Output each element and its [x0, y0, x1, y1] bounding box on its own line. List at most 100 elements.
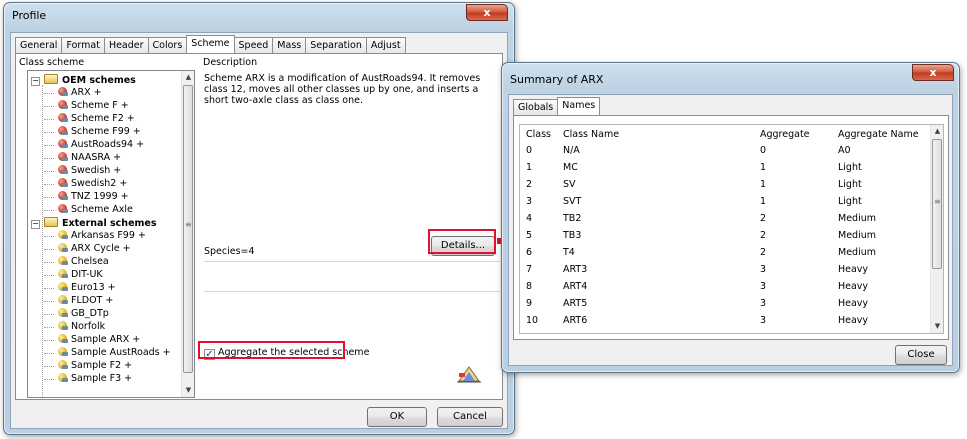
names-tab-page: Class Class Name Aggregate Aggregate Name 0…	[513, 115, 949, 340]
tab-speed[interactable]: Speed	[233, 37, 274, 53]
tree-item[interactable]: Scheme F99 +	[44, 126, 141, 138]
scroll-down-icon[interactable]: ▼	[182, 384, 194, 397]
collapse-icon[interactable]: −	[31, 220, 40, 229]
table-row[interactable]: 9 ART5 3 Heavy	[526, 295, 934, 312]
tree-item[interactable]: GB_DTp	[44, 308, 109, 320]
tree-item[interactable]: AustRoads94 +	[44, 139, 144, 151]
table-cell: SVT	[563, 196, 582, 207]
tree-item[interactable]: Scheme F +	[44, 100, 129, 112]
names-grid[interactable]: Class Class Name Aggregate Aggregate Name 0…	[519, 124, 944, 334]
scroll-thumb[interactable]: ≡	[932, 139, 942, 269]
tab-format[interactable]: Format	[61, 37, 105, 53]
tab-header[interactable]: Header	[103, 37, 149, 53]
table-cell: 0	[526, 145, 533, 156]
tab-adjust[interactable]: Adjust	[365, 37, 406, 53]
tab-general[interactable]: General	[15, 37, 63, 53]
table-row[interactable]: 8 ART4 3 Heavy	[526, 278, 934, 295]
table-cell: Heavy	[838, 264, 869, 275]
scheme-icon	[58, 113, 68, 122]
table-cell: A0	[838, 145, 851, 156]
tab-scheme[interactable]: Scheme	[186, 35, 235, 53]
tree-connector	[44, 184, 54, 185]
tree-item[interactable]: Sample ARX +	[44, 334, 140, 346]
table-row[interactable]: 1 MC 1 Light	[526, 159, 934, 176]
tab-separation[interactable]: Separation	[305, 37, 367, 53]
details-highlight	[428, 229, 496, 254]
table-cell: Light	[838, 179, 862, 190]
table-row[interactable]: 3 SVT 1 Light	[526, 193, 934, 210]
table-row[interactable]: 4 TB2 2 Medium	[526, 210, 934, 227]
scroll-up-icon[interactable]: ▲	[931, 125, 943, 138]
tree-item[interactable]: Scheme F2 +	[44, 113, 135, 125]
table-cell: ART3	[563, 264, 588, 275]
table-row[interactable]: 5 TB3 2 Medium	[526, 227, 934, 244]
tree-item[interactable]: Sample F3 +	[44, 373, 132, 385]
grid-scrollbar[interactable]: ▲ ≡ ▼	[930, 125, 943, 333]
tree-item-label: Scheme Axle	[71, 204, 133, 215]
tree-scrollbar[interactable]: ▲ ≡ ▼	[181, 71, 194, 397]
tree-item[interactable]: Euro13 +	[44, 282, 116, 294]
scheme-icon	[58, 191, 68, 200]
tree-item[interactable]: TNZ 1999 +	[44, 191, 129, 203]
tree-group[interactable]: − External schemes	[31, 217, 157, 229]
summary-close-icon[interactable]: x	[912, 64, 954, 81]
table-cell: 2	[760, 247, 767, 258]
table-cell: 3	[760, 298, 767, 309]
tree-item[interactable]: Norfolk	[44, 321, 105, 333]
table-cell: TB3	[563, 230, 582, 241]
tree-item[interactable]: ARX Cycle +	[44, 243, 131, 255]
column-header[interactable]: Class Name	[563, 126, 760, 142]
tree-item[interactable]: Scheme Axle	[44, 204, 133, 216]
tree-item[interactable]: Sample AustRoads +	[44, 347, 171, 359]
profile-window-title: Profile	[12, 9, 47, 22]
cancel-button[interactable]: Cancel	[437, 407, 503, 427]
profile-close-button[interactable]: x	[466, 4, 508, 21]
tree-item[interactable]: DIT-UK	[44, 269, 103, 281]
table-cell: ART6	[563, 315, 588, 326]
scheme-icon	[58, 295, 68, 304]
collapse-icon[interactable]: −	[31, 77, 40, 86]
tree-item[interactable]: Arkansas F99 +	[44, 230, 146, 242]
table-cell: Heavy	[838, 329, 934, 333]
tab-colors[interactable]: Colors	[147, 37, 188, 53]
ok-button[interactable]: OK	[367, 407, 427, 427]
table-cell: Medium	[838, 213, 876, 224]
tree-item[interactable]: NAASRA +	[44, 152, 121, 164]
tree-item[interactable]: ARX +	[44, 87, 102, 99]
scroll-grip-icon: ≡	[185, 220, 192, 229]
column-header[interactable]: Aggregate Name	[838, 126, 934, 142]
column-header[interactable]: Class	[526, 126, 563, 142]
class-scheme-tree[interactable]: ▲ ≡ ▼ − OEM schemes ARX + Scheme F + Scheme …	[27, 70, 195, 398]
description-label: Description	[203, 57, 258, 68]
tree-item[interactable]: FLDOT +	[44, 295, 113, 307]
scroll-up-icon[interactable]: ▲	[182, 71, 194, 84]
tree-item[interactable]: Chelsea	[44, 256, 109, 268]
tab-names[interactable]: Names	[557, 97, 601, 115]
scheme-icon	[58, 373, 68, 382]
tree-item[interactable]: Swedish2 +	[44, 178, 127, 190]
scheme-icon	[58, 347, 68, 356]
tab-mass[interactable]: Mass	[272, 37, 307, 53]
table-row[interactable]: 2 SV 1 Light	[526, 176, 934, 193]
scroll-down-icon[interactable]: ▼	[931, 320, 943, 333]
tree-item[interactable]: Sample F2 +	[44, 360, 132, 372]
table-cell: 10	[526, 315, 539, 326]
scroll-thumb[interactable]: ≡	[183, 85, 193, 373]
table-row[interactable]: 0 N/A 0 A0	[526, 142, 934, 159]
table-cell: Light	[838, 162, 862, 173]
tab-globals[interactable]: Globals	[513, 99, 559, 115]
table-row[interactable]: 6 T4 2 Medium	[526, 244, 934, 261]
scheme-icon	[58, 165, 68, 174]
tree-group[interactable]: − OEM schemes	[31, 74, 136, 86]
column-header[interactable]: Aggregate	[760, 126, 838, 142]
close-button[interactable]: Close	[895, 345, 947, 365]
table-cell: TB2	[563, 213, 582, 224]
table-row[interactable]: 11BD3Heavy	[526, 329, 934, 333]
tree-item-label: Arkansas F99 +	[71, 230, 146, 241]
tree-item[interactable]: Swedish +	[44, 165, 122, 177]
table-cell: Medium	[838, 247, 876, 258]
table-row[interactable]: 10 ART6 3 Heavy	[526, 312, 934, 329]
scheme-icon	[58, 321, 68, 330]
table-row[interactable]: 7 ART3 3 Heavy	[526, 261, 934, 278]
tree-item-label: Swedish +	[71, 165, 122, 176]
